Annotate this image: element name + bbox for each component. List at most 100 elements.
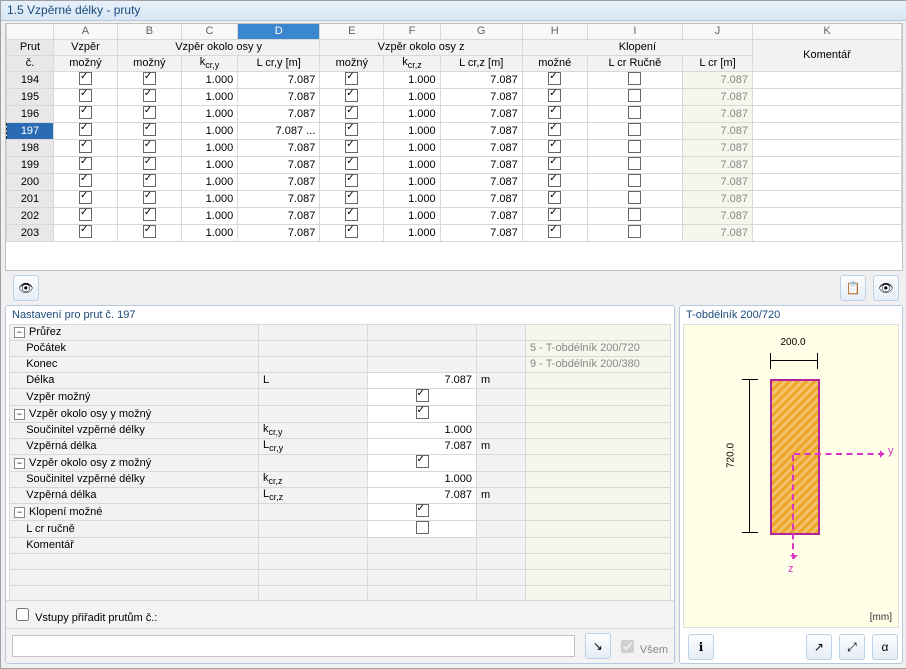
select-in-view-button[interactable]: 👁 bbox=[13, 275, 39, 301]
cell-klopeni-mozne[interactable] bbox=[522, 173, 587, 190]
table-row[interactable]: 1971.0007.087 ...1.0007.0877.087 bbox=[7, 122, 902, 139]
cell-mozny-y[interactable] bbox=[117, 139, 181, 156]
row-number[interactable]: 201 bbox=[7, 190, 54, 207]
cell-lcr-rucne[interactable] bbox=[587, 139, 682, 156]
row-number[interactable]: 194 bbox=[7, 71, 54, 88]
cell-komentar[interactable] bbox=[753, 224, 902, 241]
cell-komentar[interactable] bbox=[753, 190, 902, 207]
cell-komentar[interactable] bbox=[753, 173, 902, 190]
cell-vzper-mozny[interactable] bbox=[54, 139, 118, 156]
cell-kcrz[interactable]: 1.000 bbox=[384, 207, 440, 224]
cell-kcry[interactable]: 1.000 bbox=[181, 207, 237, 224]
cell-lcry[interactable]: 7.087 bbox=[238, 190, 320, 207]
detail-value[interactable]: 1.000 bbox=[368, 422, 477, 438]
detail-value[interactable]: 1.000 bbox=[368, 471, 477, 487]
cell-lcr-rucne[interactable] bbox=[587, 156, 682, 173]
axis-toggle-button[interactable]: ⤢ bbox=[839, 634, 865, 660]
row-number[interactable]: 200 bbox=[7, 173, 54, 190]
cell-vzper-mozny[interactable] bbox=[54, 105, 118, 122]
table-row[interactable]: 1981.0007.0871.0007.0877.087 bbox=[7, 139, 902, 156]
cell-lcr-rucne[interactable] bbox=[587, 122, 682, 139]
table-row[interactable]: 2001.0007.0871.0007.0877.087 bbox=[7, 173, 902, 190]
main-grid-area[interactable]: ABCDEFGHIJKPrutVzpěrVzpěr okolo osy yVzp… bbox=[5, 23, 903, 271]
col-letter[interactable]: J bbox=[683, 24, 753, 40]
cell-mozny-z[interactable] bbox=[320, 71, 384, 88]
col-letter[interactable]: K bbox=[753, 24, 902, 40]
col-letter[interactable]: A bbox=[54, 24, 118, 40]
cell-lcrz[interactable]: 7.087 bbox=[440, 105, 522, 122]
cell-mozny-z[interactable] bbox=[320, 190, 384, 207]
cell-mozny-z[interactable] bbox=[320, 88, 384, 105]
cell-lcry[interactable]: 7.087 ... bbox=[238, 122, 320, 139]
detail-value[interactable]: 7.087 bbox=[368, 438, 477, 454]
detail-value[interactable] bbox=[368, 454, 477, 471]
assign-checkbox[interactable] bbox=[16, 608, 29, 621]
detail-value[interactable] bbox=[368, 340, 477, 356]
cell-kcrz[interactable]: 1.000 bbox=[384, 122, 440, 139]
table-row[interactable]: 1991.0007.0871.0007.0877.087 bbox=[7, 156, 902, 173]
section-props-button[interactable]: α bbox=[872, 634, 898, 660]
all-checkbox-label[interactable]: Všem bbox=[617, 637, 668, 656]
row-number[interactable]: 202 bbox=[7, 207, 54, 224]
cell-lcrz[interactable]: 7.087 bbox=[440, 190, 522, 207]
cell-kcrz[interactable]: 1.000 bbox=[384, 88, 440, 105]
tree-toggle-icon[interactable]: − bbox=[14, 507, 25, 518]
cell-mozny-y[interactable] bbox=[117, 88, 181, 105]
cell-klopeni-mozne[interactable] bbox=[522, 88, 587, 105]
cell-kcry[interactable]: 1.000 bbox=[181, 173, 237, 190]
cell-mozny-z[interactable] bbox=[320, 122, 384, 139]
cell-lcrz[interactable]: 7.087 bbox=[440, 122, 522, 139]
col-letter[interactable]: E bbox=[320, 24, 384, 40]
cell-vzper-mozny[interactable] bbox=[54, 71, 118, 88]
cell-kcry[interactable]: 1.000 bbox=[181, 88, 237, 105]
col-letter[interactable]: F bbox=[384, 24, 440, 40]
cell-komentar[interactable] bbox=[753, 105, 902, 122]
info-button[interactable]: ℹ bbox=[688, 634, 714, 660]
cell-lcry[interactable]: 7.087 bbox=[238, 105, 320, 122]
cell-lcrz[interactable]: 7.087 bbox=[440, 139, 522, 156]
cell-komentar[interactable] bbox=[753, 88, 902, 105]
export-button[interactable]: 📋 bbox=[840, 275, 866, 301]
tree-toggle-icon[interactable]: − bbox=[14, 409, 25, 420]
cell-klopeni-mozne[interactable] bbox=[522, 190, 587, 207]
cell-kcrz[interactable]: 1.000 bbox=[384, 224, 440, 241]
cell-klopeni-mozne[interactable] bbox=[522, 105, 587, 122]
cell-lcr-rucne[interactable] bbox=[587, 190, 682, 207]
cell-komentar[interactable] bbox=[753, 71, 902, 88]
table-row[interactable]: 1941.0007.0871.0007.0877.087 bbox=[7, 71, 902, 88]
cell-komentar[interactable] bbox=[753, 122, 902, 139]
cell-lcrz[interactable]: 7.087 bbox=[440, 207, 522, 224]
view-button[interactable]: 👁 bbox=[873, 275, 899, 301]
cell-kcry[interactable]: 1.000 bbox=[181, 122, 237, 139]
cell-kcrz[interactable]: 1.000 bbox=[384, 190, 440, 207]
cell-vzper-mozny[interactable] bbox=[54, 190, 118, 207]
cell-mozny-z[interactable] bbox=[320, 207, 384, 224]
cell-vzper-mozny[interactable] bbox=[54, 156, 118, 173]
assign-checkbox-label[interactable]: Vstupy přiřadit prutům č.: bbox=[12, 605, 157, 624]
row-number[interactable]: 197 bbox=[7, 122, 54, 139]
cell-kcrz[interactable]: 1.000 bbox=[384, 139, 440, 156]
cell-klopeni-mozne[interactable] bbox=[522, 71, 587, 88]
cell-klopeni-mozne[interactable] bbox=[522, 224, 587, 241]
row-number[interactable]: 203 bbox=[7, 224, 54, 241]
detail-value[interactable]: 7.087 bbox=[368, 487, 477, 503]
cell-mozny-y[interactable] bbox=[117, 190, 181, 207]
cell-lcr-rucne[interactable] bbox=[587, 71, 682, 88]
detail-value[interactable] bbox=[368, 324, 477, 340]
pick-members-button[interactable]: ↘ bbox=[585, 633, 611, 659]
cell-lcrz[interactable]: 7.087 bbox=[440, 173, 522, 190]
col-letter[interactable]: D bbox=[238, 24, 320, 40]
cell-vzper-mozny[interactable] bbox=[54, 224, 118, 241]
col-letter[interactable]: I bbox=[587, 24, 682, 40]
cell-mozny-y[interactable] bbox=[117, 122, 181, 139]
cell-kcry[interactable]: 1.000 bbox=[181, 71, 237, 88]
cell-lcry[interactable]: 7.087 bbox=[238, 139, 320, 156]
cell-mozny-y[interactable] bbox=[117, 105, 181, 122]
table-row[interactable]: 1961.0007.0871.0007.0877.087 bbox=[7, 105, 902, 122]
cell-mozny-y[interactable] bbox=[117, 71, 181, 88]
cell-lcr-rucne[interactable] bbox=[587, 173, 682, 190]
cell-kcrz[interactable]: 1.000 bbox=[384, 71, 440, 88]
detail-value[interactable] bbox=[368, 388, 477, 405]
detail-value[interactable] bbox=[368, 537, 477, 553]
cell-komentar[interactable] bbox=[753, 156, 902, 173]
